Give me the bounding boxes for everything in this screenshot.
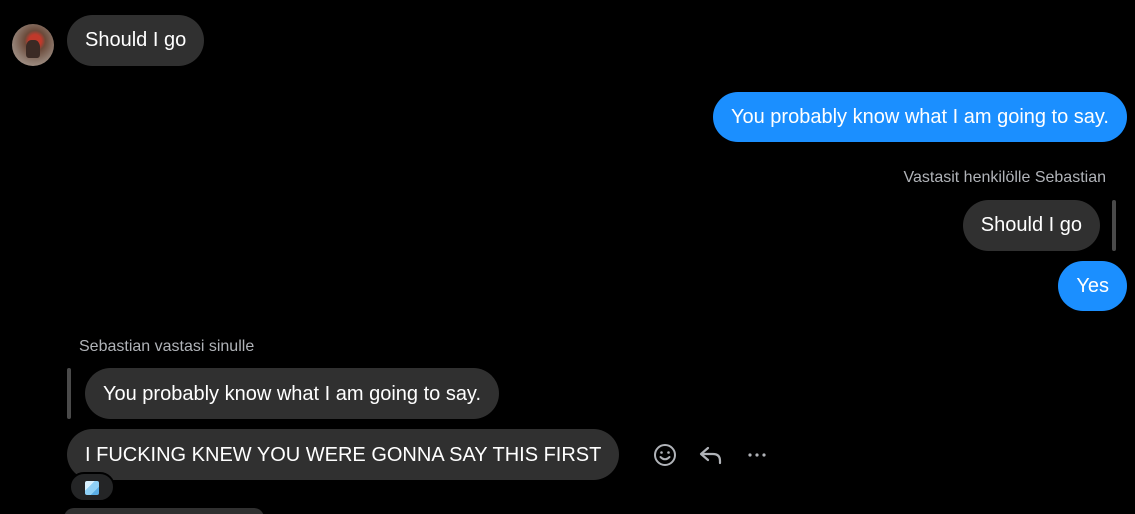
smiley-icon bbox=[654, 444, 676, 466]
quoted-message[interactable]: Should I go bbox=[962, 200, 1100, 251]
incoming-message[interactable]: I FUCKING KNEW YOU WERE GONNA SAY THIS F… bbox=[67, 429, 620, 480]
quote-bar bbox=[67, 368, 71, 419]
chat-thread: Should I go You probably know what I am … bbox=[0, 0, 1135, 514]
reply-button[interactable] bbox=[695, 441, 727, 469]
reply-label: Vastasit henkilölle Sebastian bbox=[903, 169, 1107, 186]
reaction-badge[interactable] bbox=[69, 472, 115, 502]
incoming-message[interactable]: Should I go bbox=[67, 15, 205, 66]
message-actions bbox=[649, 441, 773, 469]
outgoing-message[interactable]: You probably know what I am going to say… bbox=[712, 92, 1127, 142]
more-button[interactable] bbox=[741, 441, 773, 469]
react-button[interactable] bbox=[649, 441, 681, 469]
ice-cube-icon bbox=[85, 481, 99, 495]
partial-message[interactable] bbox=[64, 508, 264, 514]
outgoing-message[interactable]: Yes bbox=[1058, 261, 1127, 311]
quote-bar bbox=[1112, 200, 1116, 251]
reply-label: Sebastian vastasi sinulle bbox=[79, 338, 255, 355]
quoted-message[interactable]: You probably know what I am going to say… bbox=[85, 368, 500, 419]
more-dots-icon bbox=[748, 453, 766, 457]
sender-avatar[interactable] bbox=[12, 24, 54, 66]
reply-arrow-icon bbox=[699, 446, 722, 465]
